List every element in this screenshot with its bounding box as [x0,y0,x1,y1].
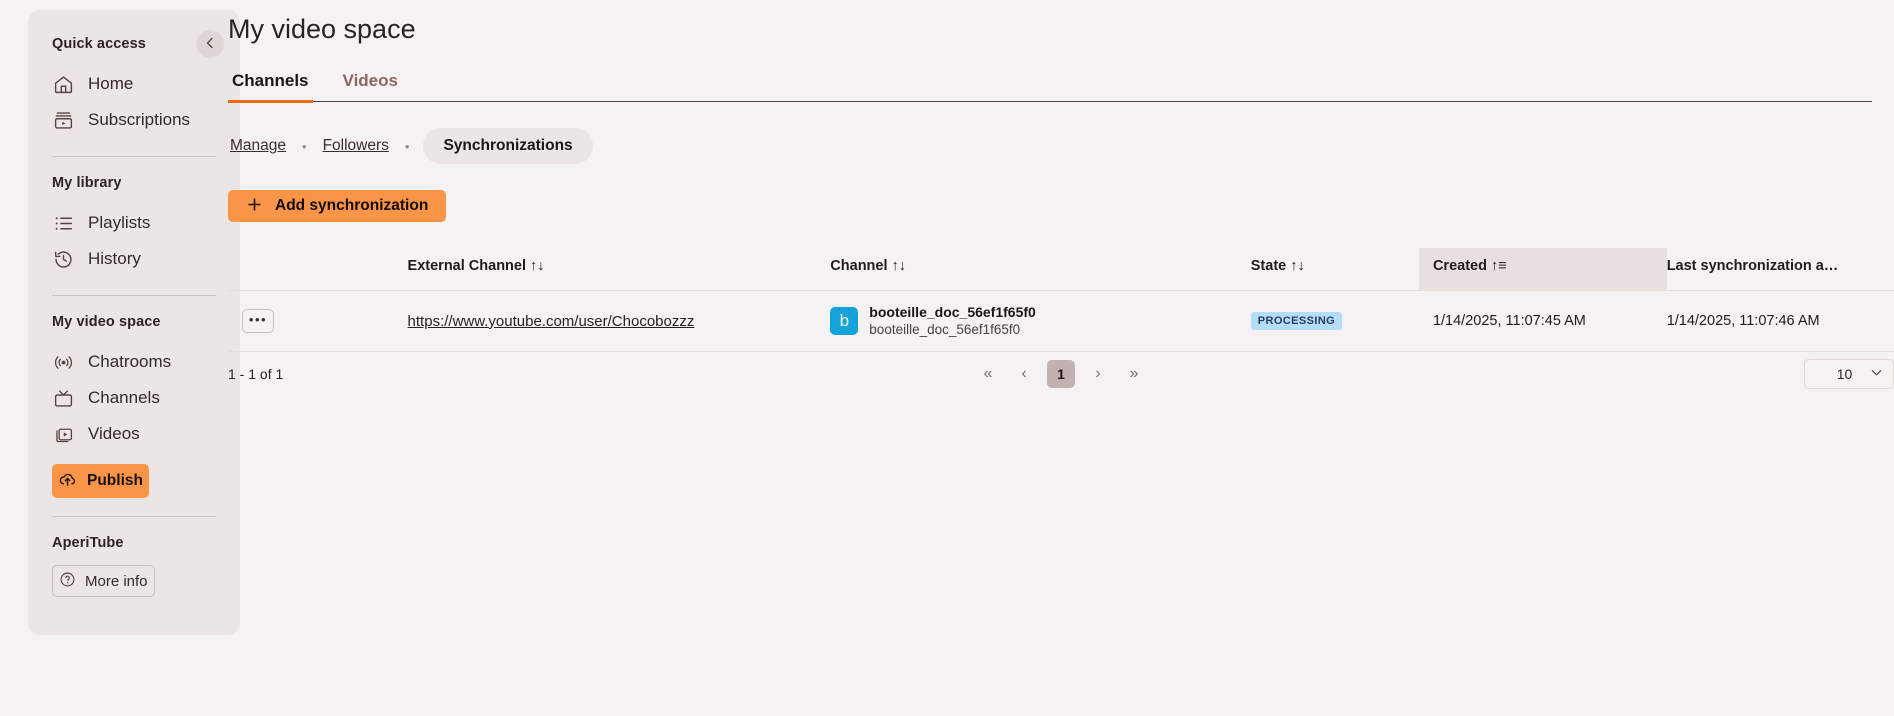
page-size-value: 10 [1836,366,1853,383]
more-info-button-label: More info [85,572,148,590]
subnav-separator: • [404,138,410,154]
add-synchronization-label: Add synchronization [275,197,429,214]
home-icon [52,73,74,95]
next-page-button[interactable]: › [1085,361,1111,387]
row-state-cell: PROCESSING [1250,290,1419,353]
column-label: External Channel [407,258,526,274]
subnav-separator: • [302,138,307,154]
sidebar-item-label: Channels [88,388,160,407]
sidebar-divider [52,295,216,296]
column-label: Last synchronization a… [1666,258,1839,274]
external-channel-link[interactable]: https://www.youtube.com/user/Chocobozzz [408,313,695,330]
publish-button[interactable]: Publish [52,464,149,498]
sub-navigation: Manage • Followers • Synchronizations [228,128,1894,164]
pagination: « ‹ 1 › » [228,360,1894,389]
avatar: b [830,307,859,336]
last-page-button[interactable]: » [1121,361,1147,387]
sidebar-item-channels[interactable]: Channels [28,380,240,416]
column-label: Channel [830,258,888,274]
chevron-down-icon [1870,366,1883,382]
chevron-left-icon [204,37,216,52]
channel-name: booteille_doc_56ef1f65f0 [869,304,1036,320]
last-sync-date: 1/14/2025, 11:07:46 AM [1666,313,1820,330]
playlist-icon [52,212,74,234]
column-header-channel[interactable]: Channel ↑↓ [830,248,1251,291]
row-created-cell: 1/14/2025, 11:07:45 AM [1418,290,1667,353]
sort-icon[interactable]: ↑≡ [1491,258,1507,274]
subnav-link-manage[interactable]: Manage [228,137,288,155]
sort-icon[interactable]: ↑↓ [530,258,545,274]
first-page-button[interactable]: « [975,361,1001,387]
broadcast-icon [52,351,74,373]
sidebar-footer-title: AperiTube [52,535,124,551]
sidebar-item-label: History [88,249,141,268]
page-number-button[interactable]: 1 [1047,360,1075,389]
sidebar-item-playlists[interactable]: Playlists [28,205,240,241]
row-external-channel-cell: https://www.youtube.com/user/Chocobozzz [407,290,831,353]
status-badge: PROCESSING [1250,312,1343,331]
tab-bar: Channels Videos [228,71,1872,103]
plus-icon [246,196,263,216]
page-size-select[interactable]: 10 [1804,359,1894,390]
sidebar-item-label: Home [88,74,134,93]
add-synchronization-button[interactable]: Add synchronization [228,190,447,222]
created-date: 1/14/2025, 11:07:45 AM [1432,313,1586,330]
sidebar-collapse-button[interactable] [196,30,224,58]
sidebar-item-home[interactable]: Home [28,66,240,102]
sidebar-item-videos[interactable]: Videos [28,416,240,452]
sidebar-group-title-my-library: My library [52,175,122,191]
sort-icon[interactable]: ↑↓ [892,258,907,274]
column-label: Created [1432,258,1487,274]
sidebar-item-label: Chatrooms [88,352,172,371]
column-header-state[interactable]: State ↑↓ [1250,248,1419,291]
subnav-link-followers[interactable]: Followers [321,137,391,155]
sidebar: Quick access Home Subscriptions My libra… [28,10,240,635]
question-circle-icon [59,571,76,591]
page-title: My video space [228,14,416,44]
history-icon [52,248,74,270]
column-header-created[interactable]: Created ↑≡ [1418,248,1667,291]
table-row: ••• https://www.youtube.com/user/Chocobo… [228,290,1894,353]
column-label: State [1250,258,1287,274]
subscriptions-icon [52,109,74,131]
column-header-actions [228,248,408,291]
videos-icon [52,423,74,445]
sidebar-item-label: Videos [88,424,140,443]
sort-icon[interactable]: ↑↓ [1290,258,1305,274]
tab-channels[interactable]: Channels [228,71,313,103]
tv-icon [52,387,74,409]
tab-videos[interactable]: Videos [339,71,402,101]
sidebar-item-chatrooms[interactable]: Chatrooms [28,344,240,380]
row-last-sync-cell: 1/14/2025, 11:07:46 AM [1666,290,1894,353]
publish-button-label: Publish [87,472,143,489]
table-header-row: External Channel ↑↓ Channel ↑↓ State ↑↓ … [228,248,1894,291]
previous-page-button[interactable]: ‹ [1011,361,1037,387]
subnav-link-synchronizations[interactable]: Synchronizations [423,128,593,164]
cloud-upload-icon [58,470,77,492]
sidebar-item-label: Subscriptions [88,110,191,129]
sidebar-item-history[interactable]: History [28,241,240,277]
main-content: My video space Channels Videos Manage • … [228,0,1894,716]
column-header-external-channel[interactable]: External Channel ↑↓ [407,248,831,291]
sidebar-divider [52,156,216,157]
row-channel-cell: b booteille_doc_56ef1f65f0 booteille_doc… [830,290,1251,353]
sidebar-item-label: Playlists [88,213,151,232]
column-header-last-synchronization[interactable]: Last synchronization a… [1666,248,1894,291]
more-info-button[interactable]: More info [52,565,155,597]
synchronizations-table: External Channel ↑↓ Channel ↑↓ State ↑↓ … [228,248,1894,353]
channel-handle: booteille_doc_56ef1f65f0 [869,321,1021,337]
row-actions-cell: ••• [228,290,408,353]
sidebar-group-title-my-video-space: My video space [52,314,161,330]
sidebar-item-subscriptions[interactable]: Subscriptions [28,102,240,138]
sidebar-divider [52,516,216,517]
table-footer: 1 - 1 of 1 « ‹ 1 › » 10 [228,352,1894,396]
row-actions-button[interactable]: ••• [242,309,274,334]
